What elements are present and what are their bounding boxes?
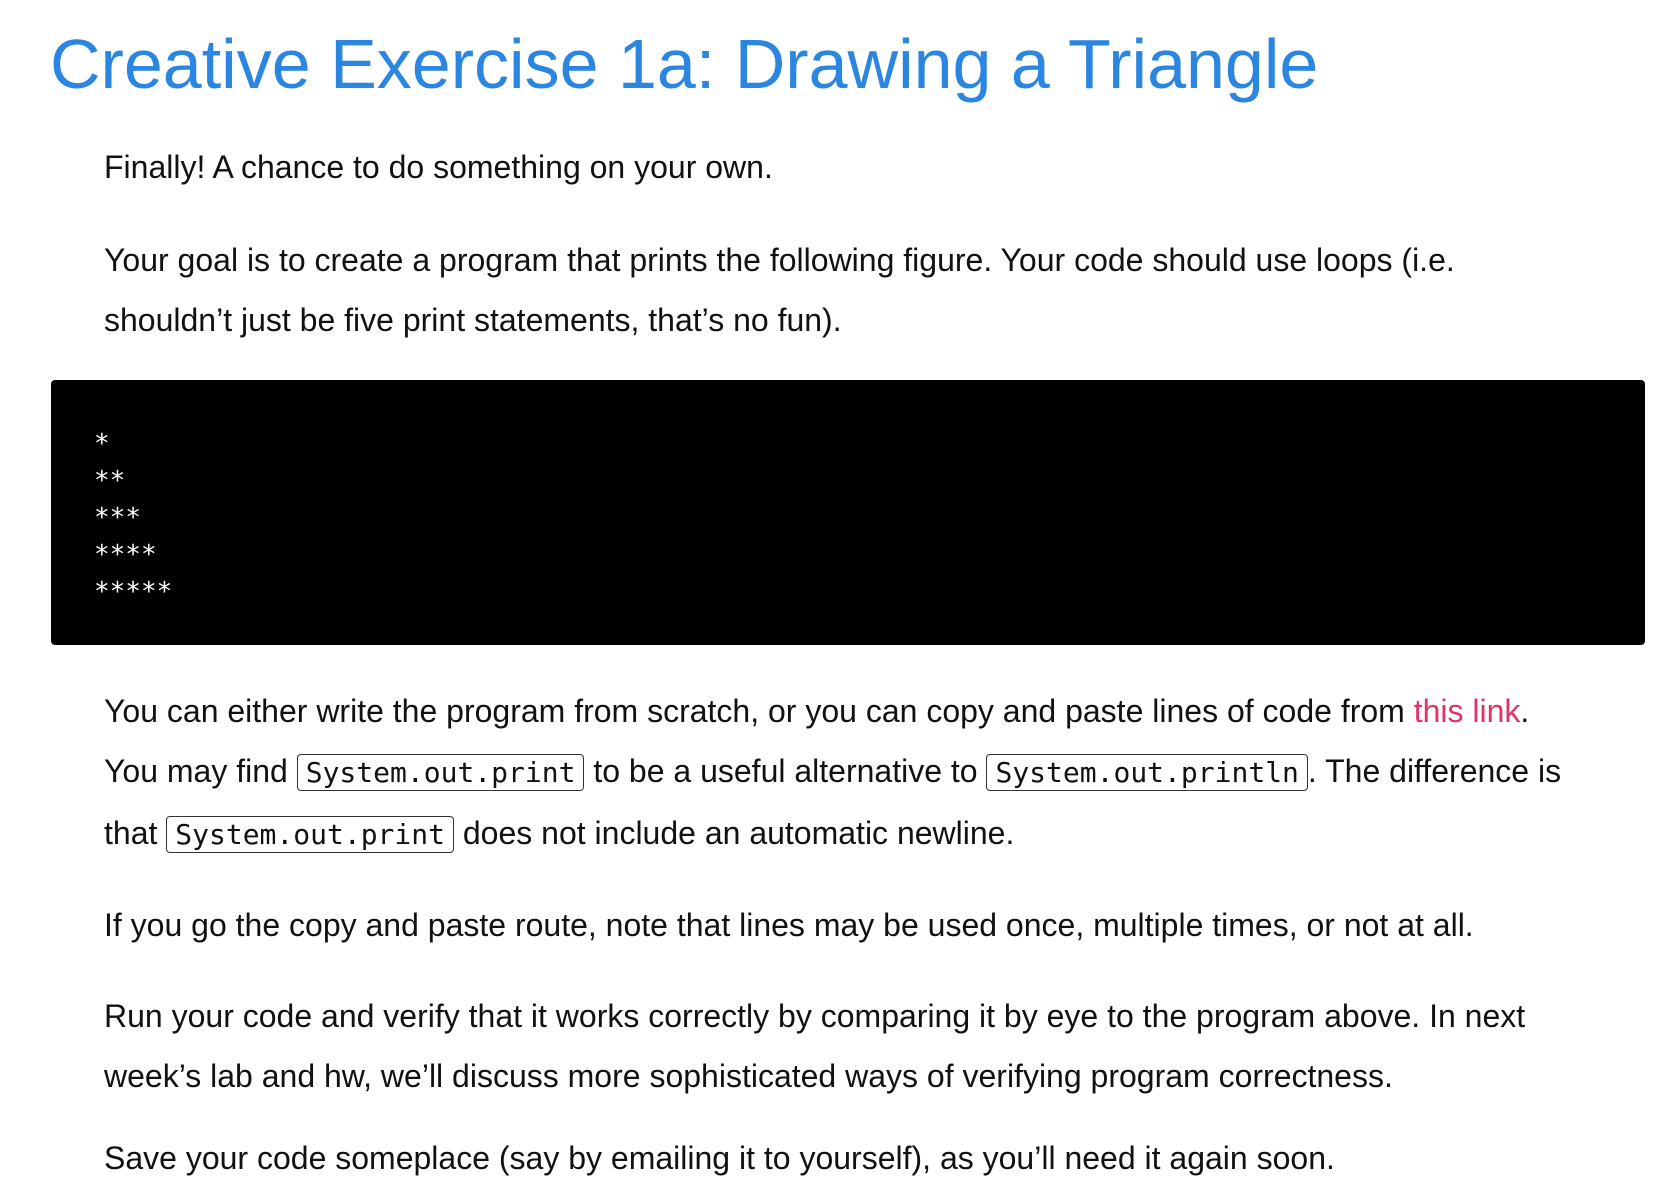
this-link[interactable]: this link <box>1414 693 1521 729</box>
triangle-output: * ** *** **** ***** <box>94 426 172 611</box>
copy-paste-paragraph: If you go the copy and paste route, note… <box>104 907 1474 943</box>
document-page: Creative Exercise 1a: Drawing a Triangle… <box>0 0 1679 1191</box>
inline-code-print: System.out.print <box>296 754 585 791</box>
instructions-text: does not include an automatic newline. <box>453 815 1015 851</box>
code-line: ***** <box>94 577 173 607</box>
instructions-text: to be a useful alternative to <box>584 753 987 789</box>
code-block: * ** *** **** ***** <box>51 380 1645 645</box>
inline-code-println: System.out.println <box>986 754 1308 791</box>
goal-paragraph: Your goal is to create a program that pr… <box>104 242 1455 338</box>
code-line: * <box>94 429 110 459</box>
code-line: ** <box>94 466 126 496</box>
intro-paragraph: Finally! A chance to do something on you… <box>104 149 773 185</box>
verify-paragraph: Run your code and verify that it works c… <box>104 998 1526 1094</box>
page-title: Creative Exercise 1a: Drawing a Triangle <box>50 25 1319 103</box>
instructions-paragraph: You can either write the program from sc… <box>104 681 1584 865</box>
inline-code-print: System.out.print <box>166 816 454 853</box>
instructions-text: You can either write the program from sc… <box>104 693 1414 729</box>
code-line: *** <box>94 503 141 533</box>
code-line: **** <box>94 540 157 570</box>
save-paragraph: Save your code someplace (say by emailin… <box>104 1140 1335 1176</box>
